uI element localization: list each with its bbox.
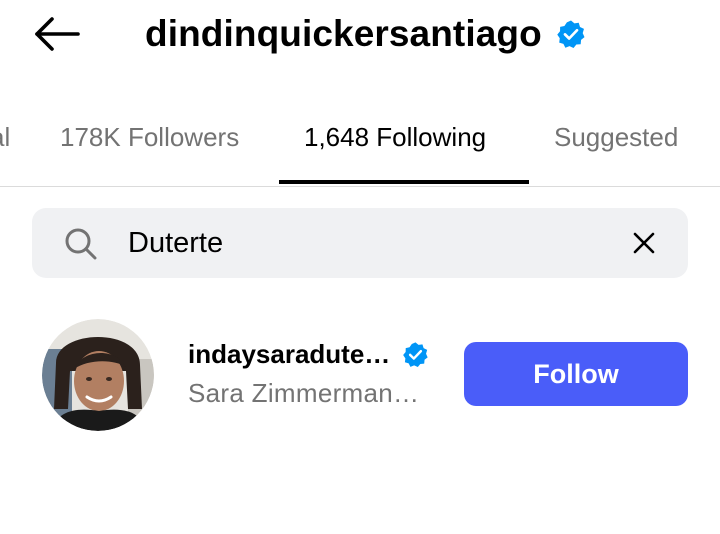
- tab-following[interactable]: 1,648 Following: [304, 100, 486, 174]
- arrow-left-icon: [35, 17, 80, 51]
- clear-search-button[interactable]: [628, 227, 660, 259]
- list-item[interactable]: indaysaradute… Sara Zimmerman… Follow: [0, 312, 720, 436]
- header: dindinquickersantiago: [0, 0, 720, 80]
- back-button[interactable]: [30, 12, 82, 56]
- search-icon: [65, 228, 97, 260]
- user-info: indaysaradute… Sara Zimmerman…: [188, 334, 448, 409]
- verified-badge-icon: [402, 341, 429, 368]
- verified-badge-icon: [556, 19, 586, 49]
- follow-button[interactable]: Follow: [464, 342, 688, 406]
- profile-title: dindinquickersantiago: [145, 8, 586, 60]
- following-list-screen: dindinquickersantiago al 178K Followers …: [0, 0, 720, 534]
- tab-bar: al 178K Followers 1,648 Following Sugges…: [0, 100, 720, 187]
- avatar[interactable]: [42, 319, 154, 431]
- tab-mutual[interactable]: al: [0, 100, 10, 174]
- profile-username: dindinquickersantiago: [145, 13, 542, 54]
- search-bar: [32, 208, 688, 278]
- search-input[interactable]: [128, 218, 608, 268]
- active-tab-indicator: [279, 180, 529, 184]
- tab-suggested[interactable]: Suggested: [554, 100, 678, 174]
- result-full-name: Sara Zimmerman…: [188, 378, 420, 408]
- close-icon: [633, 232, 655, 254]
- result-username: indaysaradute…: [188, 338, 391, 369]
- tab-followers[interactable]: 178K Followers: [60, 100, 239, 174]
